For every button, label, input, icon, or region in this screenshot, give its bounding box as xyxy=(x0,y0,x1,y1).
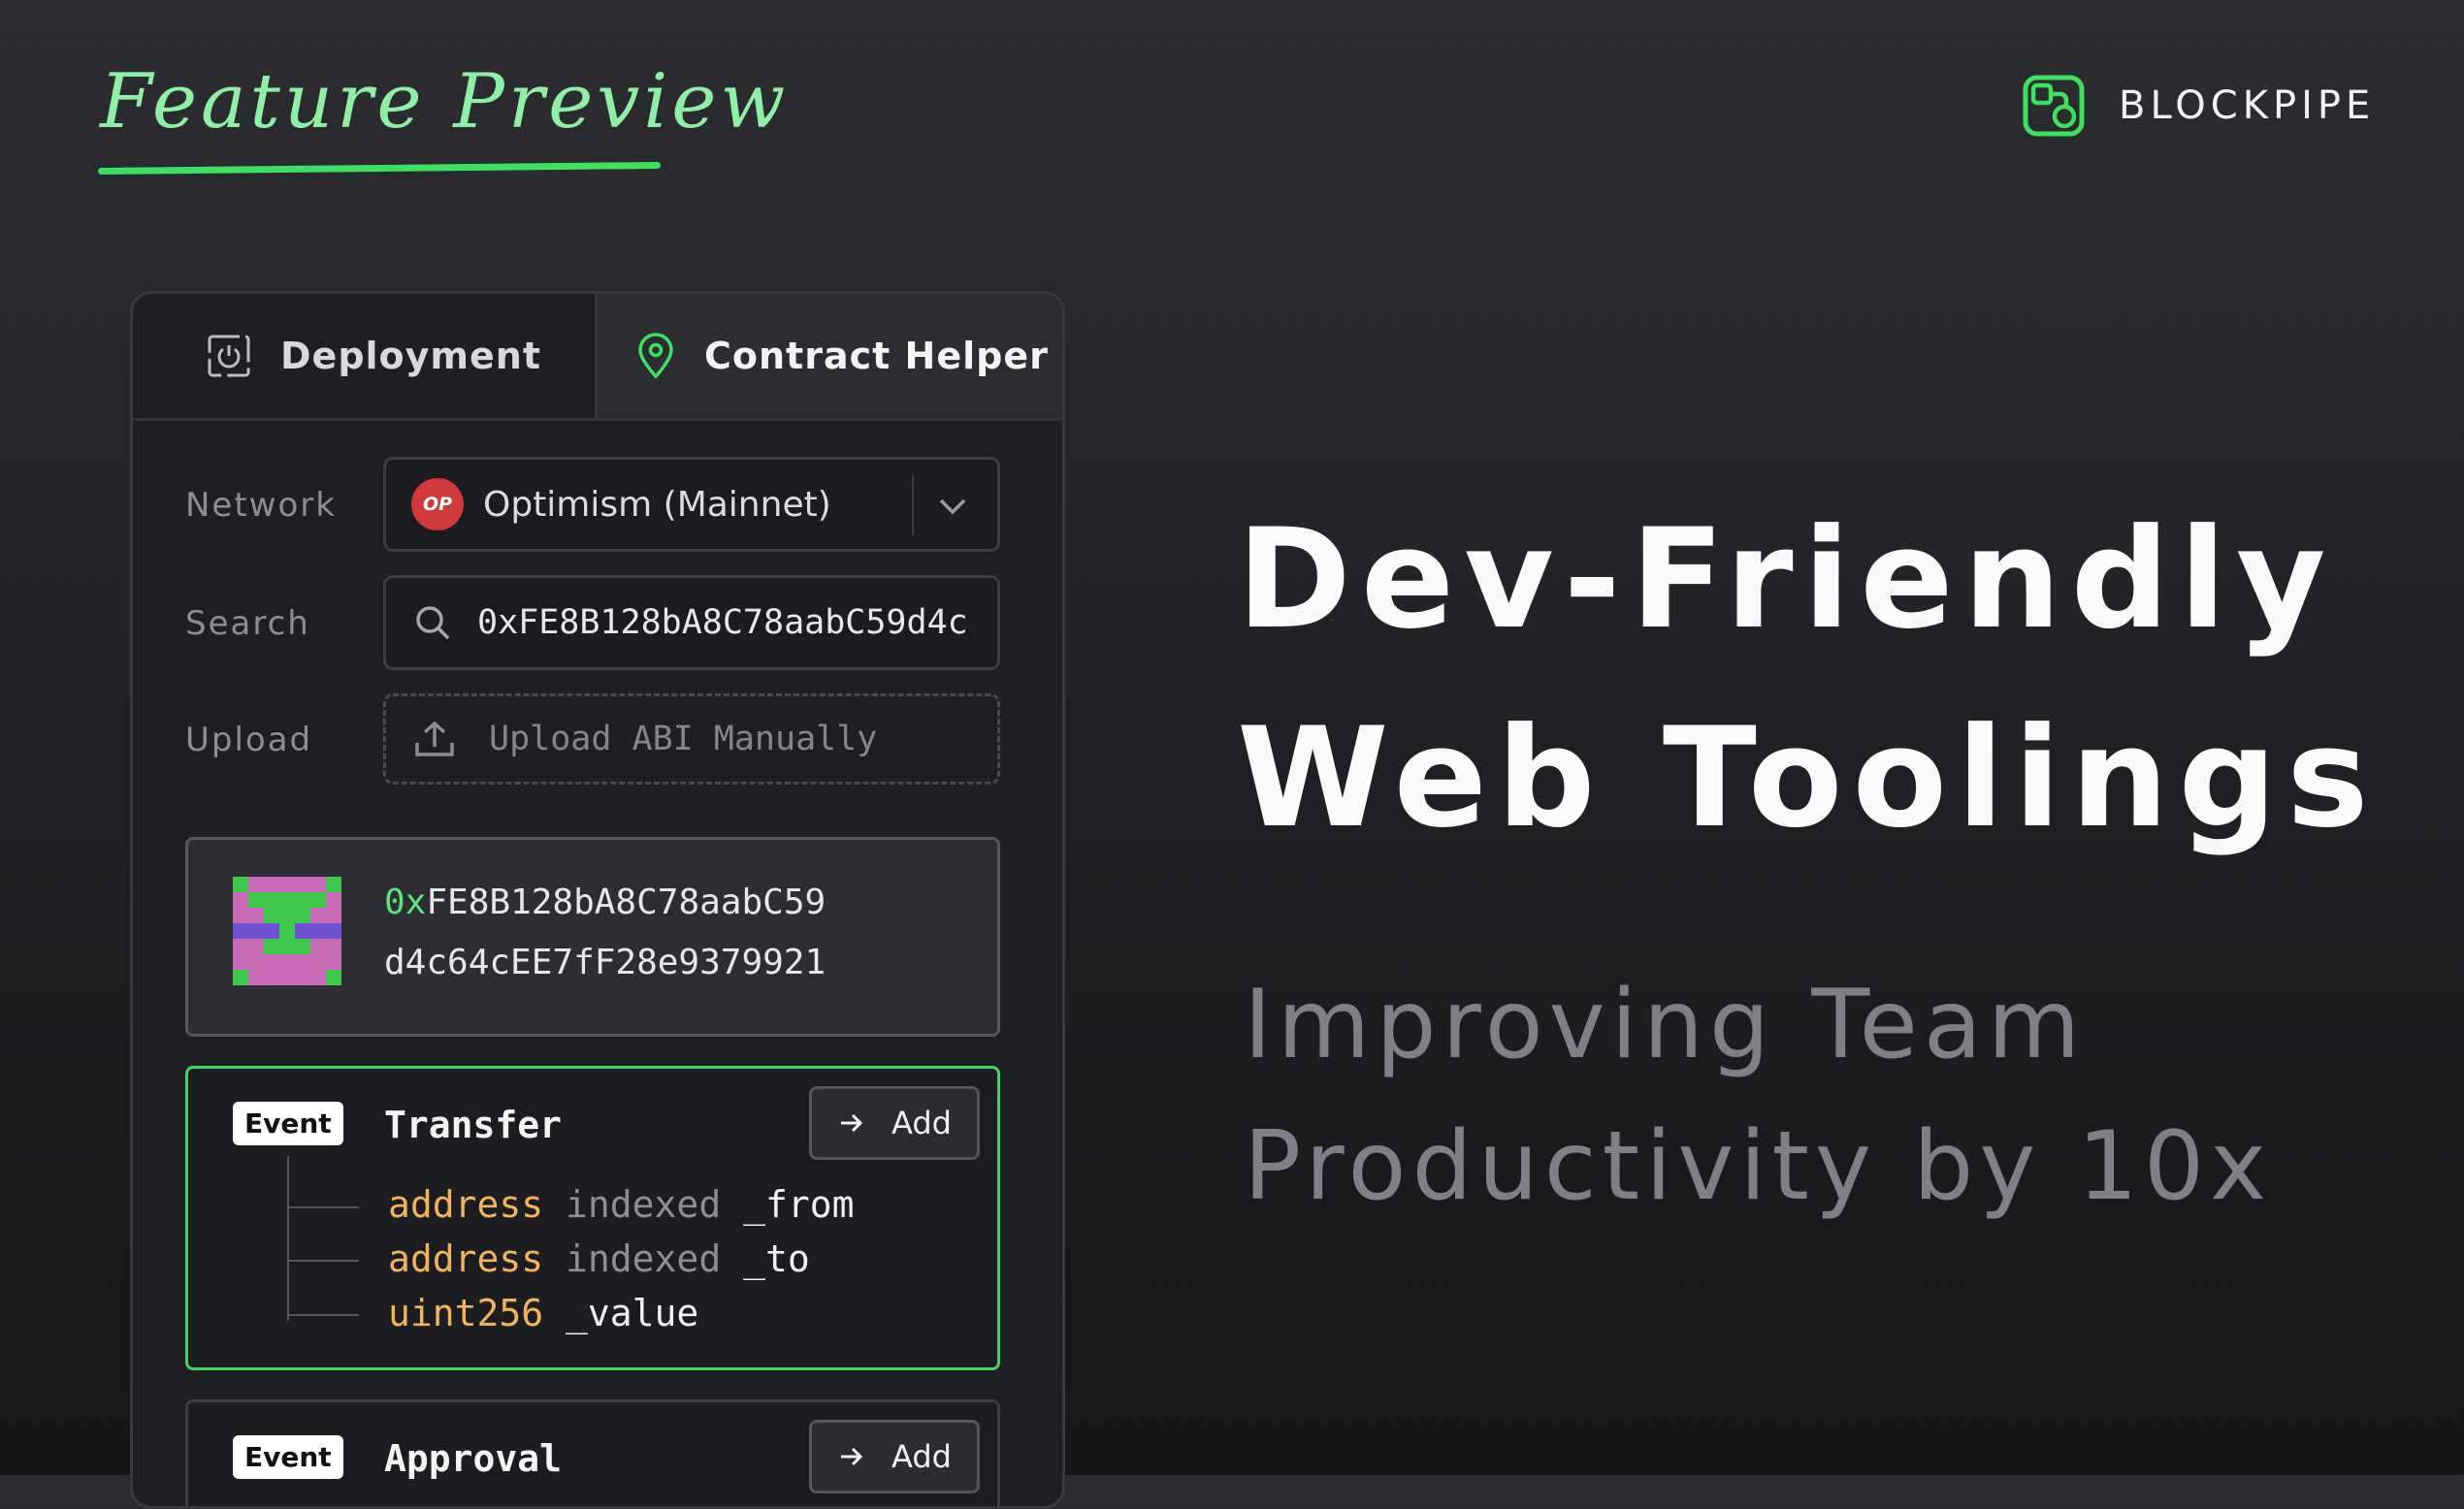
map-pin-icon xyxy=(638,333,673,379)
event-card-approval[interactable]: Event Approval Add xyxy=(185,1399,1000,1506)
tab-deployment-label: Deployment xyxy=(280,335,542,377)
blockpipe-logo-icon xyxy=(2023,75,2085,137)
arrow-right-icon xyxy=(841,1447,863,1466)
upload-placeholder: Upload ABI Manually xyxy=(489,720,878,758)
upload-abi-dropzone[interactable]: Upload ABI Manually xyxy=(383,693,1000,785)
event-param: address indexed _from xyxy=(388,1183,854,1226)
param-name: _value xyxy=(566,1292,699,1334)
brand-name: BLOCKPIPE xyxy=(2119,83,2376,128)
subline-line-1: Improving Team xyxy=(1244,970,2087,1080)
search-value: 0xFE8B128bA8C78aabC59d4c xyxy=(477,603,968,642)
brand: BLOCKPIPE xyxy=(2022,74,2375,138)
event-param: address indexed _to xyxy=(388,1237,810,1280)
feature-preview-title: Feature Preview xyxy=(100,58,790,145)
add-event-button[interactable]: Add xyxy=(809,1420,980,1493)
param-tree-branch xyxy=(287,1260,359,1262)
address-line-1: 0xFE8B128bA8C78aabC59 xyxy=(384,883,826,922)
event-card-transfer[interactable]: Event Transfer Add address indexed _from… xyxy=(185,1066,1000,1370)
chevron-down-icon[interactable] xyxy=(935,489,970,524)
add-button-label: Add xyxy=(892,1438,952,1475)
param-name: _to xyxy=(743,1237,810,1280)
power-icon xyxy=(208,335,250,377)
network-label: Network xyxy=(185,486,337,525)
tab-deployment[interactable]: Deployment xyxy=(133,294,595,418)
headline-line-2: Web Toolings xyxy=(1237,698,2379,858)
network-select[interactable]: OP Optimism (Mainnet) xyxy=(383,457,1000,552)
param-tree-branch xyxy=(287,1206,359,1208)
upload-label: Upload xyxy=(185,721,313,759)
search-input[interactable]: 0xFE8B128bA8C78aabC59d4c xyxy=(383,575,1000,670)
subline-line-2: Productivity by 10x xyxy=(1244,1111,2273,1222)
identicon-avatar xyxy=(233,877,341,985)
tab-contract-helper[interactable]: Contract Helper xyxy=(595,294,1062,418)
event-name: Approval xyxy=(384,1437,563,1480)
event-badge: Event xyxy=(233,1435,343,1479)
network-value: Optimism (Mainnet) xyxy=(483,484,831,525)
param-tree-branch xyxy=(287,1314,359,1316)
address-prefix: 0x xyxy=(384,883,427,922)
contract-helper-panel: Deployment Contract Helper Network OP Op… xyxy=(130,291,1065,1509)
feature-title-underline xyxy=(97,161,662,176)
param-type: uint256 xyxy=(388,1292,544,1334)
upload-icon xyxy=(415,721,454,756)
param-type: address xyxy=(388,1237,544,1280)
tab-contract-helper-label: Contract Helper xyxy=(704,335,1049,377)
select-divider xyxy=(912,475,914,535)
optimism-logo-icon: OP xyxy=(411,478,464,530)
param-tree-line xyxy=(287,1156,289,1321)
contract-address-card[interactable]: 0xFE8B128bA8C78aabC59 d4c64cEE7fF28e9379… xyxy=(185,837,1000,1037)
event-badge: Event xyxy=(233,1102,343,1145)
param-name: _from xyxy=(743,1183,855,1226)
search-icon xyxy=(416,606,450,640)
add-event-button[interactable]: Add xyxy=(809,1086,980,1160)
arrow-right-icon xyxy=(841,1113,863,1133)
address-part-1: FE8B128bA8C78aabC59 xyxy=(426,883,827,922)
address-line-2: d4c64cEE7fF28e9379921 xyxy=(384,943,827,982)
headline-line-1: Dev-Friendly xyxy=(1237,499,2336,659)
param-modifier: indexed xyxy=(566,1237,722,1280)
event-name: Transfer xyxy=(384,1104,563,1146)
panel-tabs: Deployment Contract Helper xyxy=(133,294,1062,421)
param-modifier: indexed xyxy=(566,1183,722,1226)
search-label: Search xyxy=(185,604,310,643)
param-type: address xyxy=(388,1183,544,1226)
event-param: uint256 _value xyxy=(388,1292,698,1334)
add-button-label: Add xyxy=(892,1105,952,1141)
